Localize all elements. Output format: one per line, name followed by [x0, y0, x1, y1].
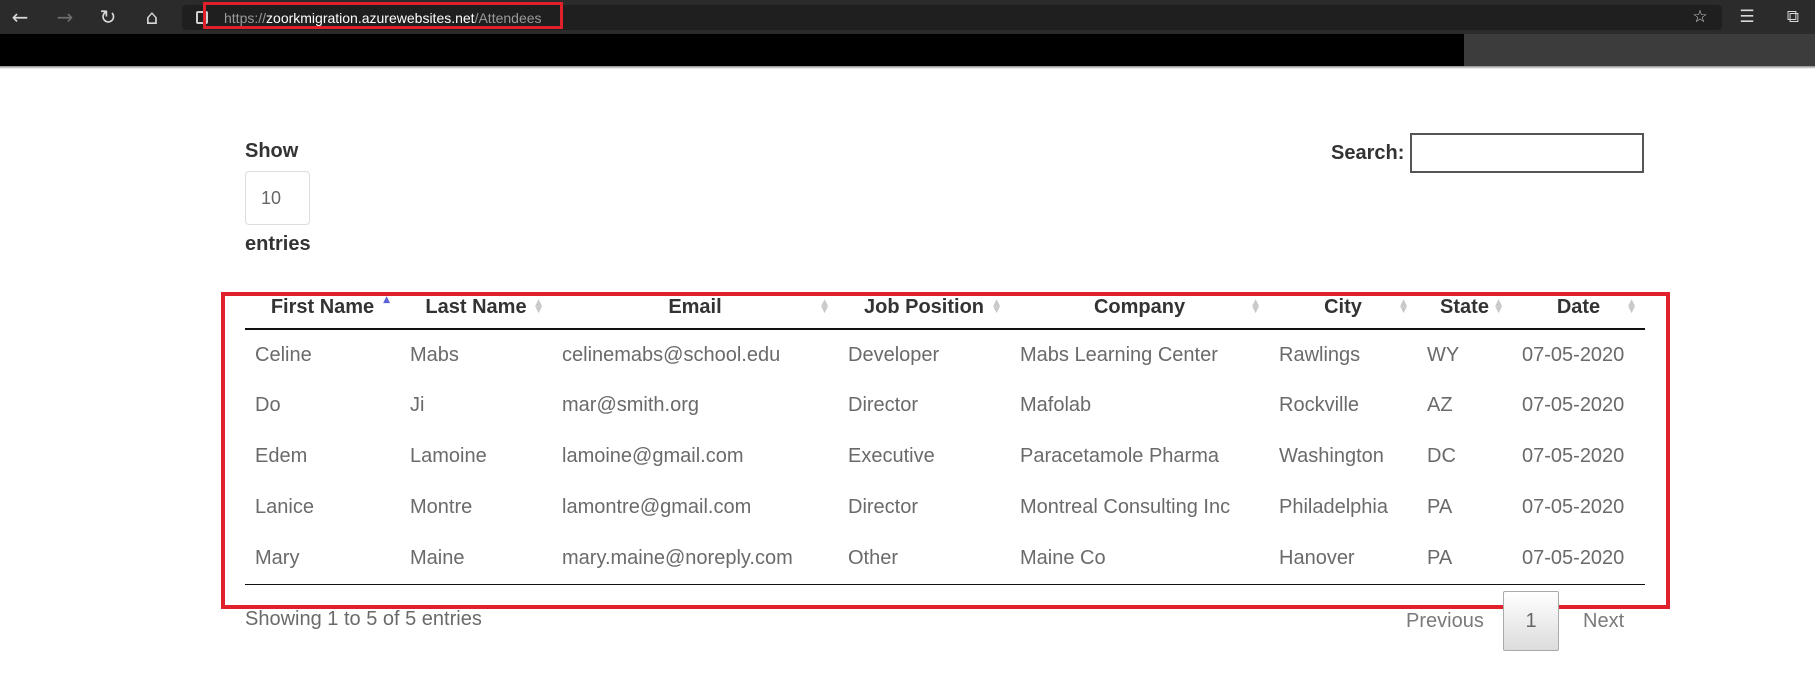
cell-job-position: Developer [848, 343, 940, 366]
column-header-last-name[interactable]: Last Name ▲ ▼ [400, 287, 552, 330]
cell-first-name: Celine [255, 343, 312, 366]
redacted-bar [0, 34, 1464, 66]
cell-last-name: Lamoine [410, 445, 487, 467]
column-header-label: Job Position [864, 296, 984, 318]
cell-email: mar@smith.org [562, 394, 699, 416]
cell-last-name: Maine [400, 533, 552, 585]
cell-job-position: Other [838, 533, 1010, 585]
pagination-previous[interactable]: Previous [1406, 610, 1484, 633]
cell-last-name: Mabs [410, 343, 459, 366]
back-arrow-icon[interactable]: ← [6, 4, 34, 30]
column-header-job-position[interactable]: Job Position ▲ ▼ [838, 287, 1010, 330]
cell-company: Mabs Learning Center [1020, 343, 1218, 366]
cell-company: Montreal Consulting Inc [1020, 496, 1231, 518]
sort-both-icon: ▲ ▼ [1495, 298, 1502, 315]
column-header-date[interactable]: Date ▲ ▼ [1512, 287, 1645, 330]
cell-job-position: Director [848, 394, 919, 416]
sort-both-icon: ▲ ▼ [1252, 298, 1259, 315]
cell-company: Paracetamole Pharma [1020, 445, 1219, 467]
cell-state: WY [1427, 343, 1460, 366]
sort-both-icon: ▲ ▼ [1400, 298, 1407, 315]
cell-city: Rawlings [1279, 343, 1361, 366]
cell-email: lamoine@gmail.com [562, 445, 744, 467]
cell-state: DC [1427, 445, 1456, 467]
cell-date: 07-05-2020 [1522, 394, 1625, 416]
cell-city: Hanover [1269, 533, 1417, 585]
cell-company: Mafolab [1020, 394, 1092, 416]
cell-first-name: Do [255, 394, 281, 416]
table-row: Mary Maine mary.maine@noreply.com Other … [245, 533, 1645, 585]
cell-email: mary.maine@noreply.com [552, 533, 838, 585]
cell-date: 07-05-2020 [1522, 496, 1625, 518]
cell-last-name: Ji [410, 394, 425, 416]
column-header-state[interactable]: State ▲ ▼ [1417, 287, 1512, 330]
sort-both-icon: ▲ ▼ [1628, 298, 1635, 315]
cell-state: PA [1417, 533, 1512, 585]
toolbar-shadow [0, 66, 1815, 69]
search-input[interactable] [1410, 133, 1644, 173]
cell-job-position: Director [848, 496, 919, 518]
table-row: Lanice Montre lamontre@gmail.com Directo… [245, 482, 1645, 533]
cell-city: Rockville [1279, 394, 1360, 416]
add-favorite-star-icon[interactable]: ☆ [1686, 4, 1714, 30]
table-row: Celine Mabs celinemabs@school.edu Develo… [245, 329, 1645, 380]
column-header-company[interactable]: Company ▲ ▼ [1010, 287, 1269, 330]
cell-email: celinemabs@school.edu [562, 343, 781, 366]
refresh-icon[interactable]: ↻ [94, 4, 122, 30]
table-row: Edem Lamoine lamoine@gmail.com Executive… [245, 431, 1645, 482]
cell-city: Philadelphia [1279, 496, 1388, 518]
forward-arrow-icon[interactable]: → [51, 4, 79, 30]
pagination-next[interactable]: Next [1583, 610, 1624, 633]
collections-icon[interactable]: ⧉ [1779, 4, 1807, 30]
url-highlight-box [203, 2, 563, 29]
column-header-email[interactable]: Email ▲ ▼ [552, 287, 838, 330]
column-header-label: City [1324, 296, 1362, 318]
column-header-first-name[interactable]: First Name ▲ [245, 287, 400, 330]
column-header-label: State [1440, 296, 1489, 318]
cell-state: AZ [1427, 394, 1453, 416]
cell-company: Maine Co [1010, 533, 1269, 585]
column-header-city[interactable]: City ▲ ▼ [1269, 287, 1417, 330]
cell-date: 07-05-2020 [1522, 343, 1625, 366]
column-header-label: Last Name [425, 296, 527, 318]
entries-per-page-select[interactable]: 10 [245, 171, 310, 225]
column-header-label: Email [668, 296, 722, 318]
browser-toolbar: ← → ↻ ⌂ https://zoorkmigration.azurewebs… [0, 0, 1815, 34]
show-label: Show [245, 140, 299, 162]
column-header-label: Date [1556, 296, 1601, 318]
entries-label: entries [245, 233, 311, 255]
sort-both-icon: ▲ ▼ [821, 298, 828, 315]
sort-both-icon: ▲ ▼ [535, 298, 542, 315]
cell-job-position: Executive [848, 445, 935, 467]
sort-both-icon: ▲ ▼ [993, 298, 1000, 315]
cell-date: 07-05-2020 [1512, 533, 1645, 585]
cell-city: Washington [1279, 445, 1384, 467]
favorites-list-icon[interactable]: ☰ [1733, 4, 1761, 30]
table-info: Showing 1 to 5 of 5 entries [245, 608, 482, 630]
cell-first-name: Lanice [255, 496, 314, 518]
pagination-page-1[interactable]: 1 [1503, 591, 1559, 651]
column-header-label: First Name [270, 296, 375, 318]
sort-ascending-icon: ▲ [383, 295, 390, 305]
cell-state: PA [1427, 496, 1453, 518]
cell-first-name: Mary [245, 533, 400, 585]
cell-first-name: Edem [255, 445, 308, 467]
table-row: Do Ji mar@smith.org Director Mafolab Roc… [245, 380, 1645, 431]
cell-date: 07-05-2020 [1522, 445, 1625, 467]
search-label: Search: [1331, 142, 1405, 164]
column-header-label: Company [1093, 296, 1186, 318]
table-header-row: First Name ▲ Last Name ▲ ▼ Email ▲ ▼ Job Posi… [245, 287, 1645, 330]
home-icon[interactable]: ⌂ [138, 4, 166, 30]
cell-email: lamontre@gmail.com [562, 496, 752, 518]
attendees-table: First Name ▲ Last Name ▲ ▼ Email ▲ ▼ Job Posi… [245, 287, 1645, 585]
toolbar-strip [1464, 34, 1815, 66]
cell-last-name: Montre [410, 496, 473, 518]
